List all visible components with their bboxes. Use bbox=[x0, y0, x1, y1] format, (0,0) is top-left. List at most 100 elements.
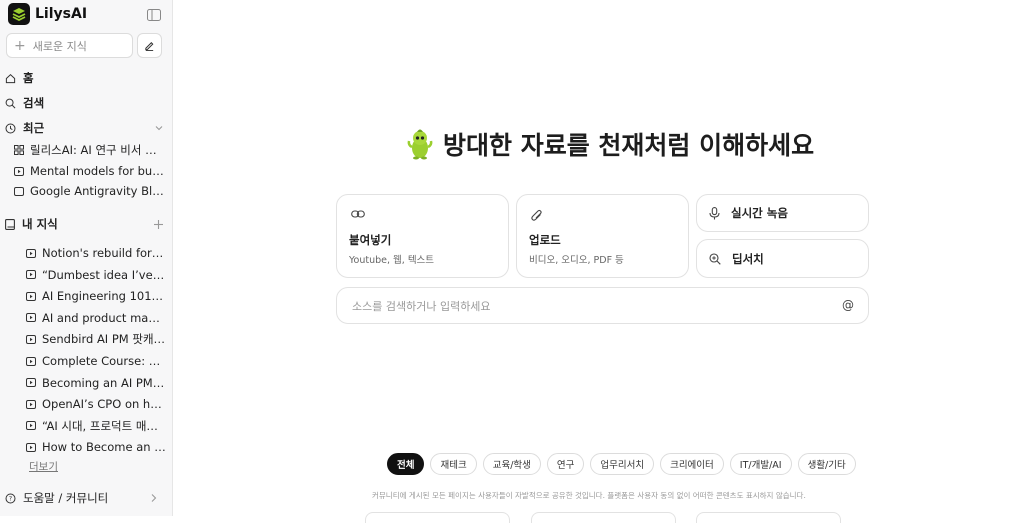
category-chip[interactable]: 크리에이터 bbox=[660, 453, 724, 475]
knowledge-item-label: “AI 시대, 프로덕트 매니... bbox=[42, 418, 166, 433]
nav-recent-label: 최근 bbox=[23, 121, 45, 135]
recent-item-label: Mental models for buildi... bbox=[30, 164, 166, 178]
link-icon bbox=[351, 210, 365, 218]
live-record-button[interactable]: 실시간 녹음 bbox=[696, 194, 869, 232]
nav-search[interactable]: 검색 bbox=[5, 93, 44, 113]
knowledge-item[interactable]: “AI 시대, 프로덕트 매니... bbox=[26, 417, 166, 435]
clock-icon bbox=[5, 123, 16, 133]
more-link[interactable]: 더보기 bbox=[29, 459, 58, 474]
help-icon: ? bbox=[5, 493, 16, 503]
upload-card-title: 업로드 bbox=[529, 233, 561, 247]
knowledge-item-label: Becoming an AI PM | ... bbox=[42, 375, 166, 390]
recent-item-label: 릴리스AI: AI 연구 비서 활용... bbox=[30, 143, 166, 157]
knowledge-item[interactable]: Complete Course: AI ... bbox=[26, 352, 166, 370]
knowledge-item[interactable]: AI and product manag... bbox=[26, 309, 166, 327]
recent-item[interactable]: Mental models for buildi... bbox=[14, 162, 166, 180]
nav-search-label: 검색 bbox=[23, 96, 45, 110]
recent-item[interactable]: 릴리스AI: AI 연구 비서 활용... bbox=[14, 141, 166, 159]
video-icon bbox=[26, 248, 36, 258]
video-icon bbox=[26, 313, 36, 323]
home-icon bbox=[5, 73, 16, 83]
upload-card[interactable]: 업로드 비디오, 오디오, PDF 등 bbox=[516, 194, 689, 278]
recent-item[interactable]: Google Antigravity Blog: ... bbox=[14, 182, 166, 200]
category-chip[interactable]: 재테크 bbox=[430, 453, 477, 475]
live-record-label: 실시간 녹음 bbox=[731, 206, 788, 220]
pencil-icon bbox=[145, 42, 154, 51]
lilys-logo-icon bbox=[8, 3, 30, 25]
source-search-placeholder: 소스를 검색하거나 입력하세요 bbox=[352, 299, 491, 313]
knowledge-item[interactable]: OpenAI’s CPO on how... bbox=[26, 395, 166, 413]
help-label: 도움말 / 커뮤니티 bbox=[23, 491, 109, 505]
edit-note-button[interactable] bbox=[137, 33, 162, 58]
video-icon bbox=[26, 291, 36, 301]
knowledge-item[interactable]: “Dumbest idea I’ve he... bbox=[26, 266, 166, 284]
knowledge-item[interactable]: Becoming an AI PM | ... bbox=[26, 374, 166, 392]
category-chip[interactable]: IT/개발/AI bbox=[729, 453, 792, 475]
community-card[interactable] bbox=[696, 512, 841, 523]
plus-icon: + bbox=[14, 37, 26, 54]
upload-card-subtitle: 비디오, 오디오, PDF 등 bbox=[529, 255, 624, 266]
svg-text:?: ? bbox=[9, 494, 12, 502]
knowledge-item-label: “Dumbest idea I’ve he... bbox=[42, 267, 166, 282]
microphone-icon bbox=[709, 206, 720, 219]
knowledge-item-label: Notion's rebuild for ag... bbox=[42, 246, 166, 260]
category-chip[interactable]: 생활/기타 bbox=[797, 453, 856, 475]
web-icon bbox=[14, 186, 24, 196]
grid-icon bbox=[14, 145, 24, 155]
help-community[interactable]: ? 도움말 / 커뮤니티 bbox=[5, 489, 165, 507]
video-icon bbox=[26, 442, 36, 452]
sidebar: LilysAI + 새로운 지식 홈 검색 최근 릴리스AI: AI 연구 비서… bbox=[0, 0, 173, 516]
video-icon bbox=[14, 166, 24, 176]
video-icon bbox=[26, 270, 36, 280]
chevron-right-icon bbox=[151, 494, 157, 502]
mascot-icon bbox=[407, 129, 433, 160]
category-chips: 전체 재테크 교육/학생 연구 업무리서치 크리에이터 IT/개발/AI 생활/기타 bbox=[387, 453, 856, 475]
search-icon bbox=[5, 98, 16, 108]
nav-home-label: 홈 bbox=[23, 71, 34, 85]
deep-search-label: 딥서치 bbox=[732, 251, 764, 266]
nav-my-knowledge-label: 내 지식 bbox=[22, 217, 58, 231]
chevron-down-icon[interactable] bbox=[154, 123, 164, 133]
logo-text: LilysAI bbox=[35, 6, 88, 22]
category-chip[interactable]: 전체 bbox=[387, 453, 425, 475]
paperclip-icon bbox=[531, 209, 542, 221]
nav-recent[interactable]: 최근 bbox=[5, 118, 165, 138]
video-icon bbox=[26, 334, 36, 344]
paste-card[interactable]: 붙여넣기 Youtube, 웹, 텍스트 bbox=[336, 194, 509, 278]
community-footnote: 커뮤니티에 게시된 모든 페이지는 사용자들이 자발적으로 공유한 것입니다. … bbox=[372, 491, 806, 500]
new-knowledge-label: 새로운 지식 bbox=[32, 39, 87, 53]
knowledge-item-label: OpenAI’s CPO on how... bbox=[42, 397, 166, 412]
knowledge-item[interactable]: AI Engineering 101 wit... bbox=[26, 287, 166, 305]
nav-my-knowledge[interactable]: 내 지식 bbox=[5, 214, 165, 234]
knowledge-item-label: AI and product manag... bbox=[42, 310, 166, 325]
book-icon bbox=[5, 218, 15, 230]
sidebar-toggle-icon[interactable] bbox=[147, 6, 161, 21]
new-knowledge-button[interactable]: + 새로운 지식 bbox=[6, 33, 133, 58]
nav-home[interactable]: 홈 bbox=[5, 68, 34, 88]
video-icon bbox=[26, 378, 36, 388]
category-chip[interactable]: 연구 bbox=[546, 453, 585, 475]
knowledge-item[interactable]: Notion's rebuild for ag... bbox=[26, 244, 166, 262]
video-icon bbox=[26, 356, 36, 366]
deep-search-button[interactable]: 딥서치 bbox=[696, 239, 869, 278]
deep-search-icon bbox=[709, 252, 721, 265]
page-title: 방대한 자료를 천재처럼 이해하세요 bbox=[405, 126, 814, 162]
category-chip[interactable]: 교육/학생 bbox=[482, 453, 541, 475]
source-search-input[interactable]: 소스를 검색하거나 입력하세요 @ bbox=[336, 287, 869, 324]
plus-icon[interactable] bbox=[153, 219, 164, 230]
knowledge-item-label: Sendbird AI PM 팟캐스... bbox=[42, 332, 166, 347]
community-card[interactable] bbox=[365, 512, 510, 523]
knowledge-item[interactable]: How to Become an AI ... bbox=[26, 438, 166, 456]
knowledge-item[interactable]: Sendbird AI PM 팟캐스... bbox=[26, 330, 166, 348]
video-icon bbox=[26, 421, 36, 431]
knowledge-item-label: How to Become an AI ... bbox=[42, 440, 166, 455]
page-title-text: 방대한 자료를 천재처럼 이해하세요 bbox=[443, 131, 815, 160]
community-card[interactable] bbox=[531, 512, 676, 523]
category-chip[interactable]: 업무리서치 bbox=[590, 453, 655, 475]
paste-card-title: 붙여넣기 bbox=[349, 233, 392, 247]
paste-card-subtitle: Youtube, 웹, 텍스트 bbox=[349, 255, 435, 266]
knowledge-item-label: AI Engineering 101 wit... bbox=[42, 289, 166, 304]
video-icon bbox=[26, 399, 36, 409]
mention-at-icon[interactable]: @ bbox=[842, 298, 854, 312]
logo[interactable]: LilysAI bbox=[8, 3, 87, 25]
